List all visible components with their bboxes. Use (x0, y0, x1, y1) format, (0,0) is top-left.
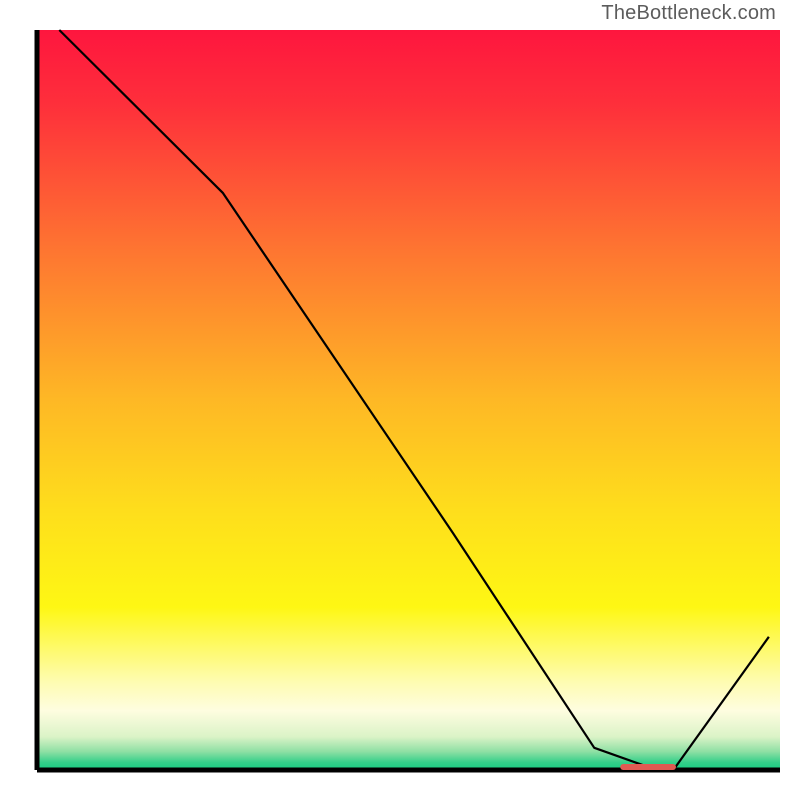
watermark-label: TheBottleneck.com (601, 2, 776, 25)
chart-container: TheBottleneck.com (0, 0, 800, 800)
optimum-marker (620, 764, 676, 770)
plot-background (37, 30, 780, 770)
chart-plot (0, 0, 800, 800)
